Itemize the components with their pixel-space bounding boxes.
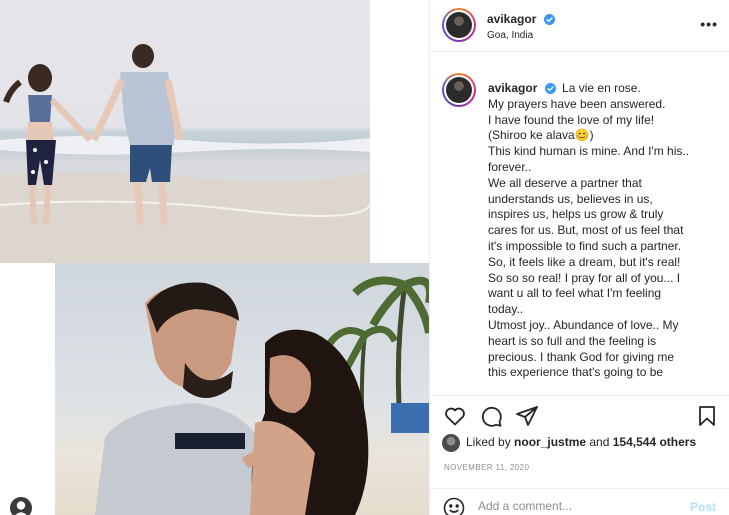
caption-lines: La vie en rose. My prayers have been answ…: [488, 81, 720, 381]
post-date[interactable]: NOVEMBER 11, 2020: [444, 463, 529, 472]
comment-bar: Post: [430, 488, 729, 515]
caption-line: cares for us. But, most of us feel that: [488, 223, 684, 238]
beach-walk-photo: [0, 0, 370, 263]
caption-line: I have found the love of my life!: [488, 112, 655, 127]
caption-avatar[interactable]: [442, 73, 476, 107]
caption-text: avikagor La vie en rose. My prayers have …: [488, 81, 720, 381]
action-bar: [430, 395, 729, 435]
caption-line: precious. I thank God for giving me: [488, 349, 675, 364]
caption-line: La vie en rose.: [562, 81, 641, 95]
likes-prefix: Liked by: [466, 435, 515, 450]
header-username-text[interactable]: avikagor: [487, 12, 536, 26]
more-options-ellipsis-icon[interactable]: •••: [700, 16, 718, 32]
caption-line: Utmost joy.. Abundance of love.. My: [488, 317, 679, 332]
profile-avatar-corner[interactable]: [8, 495, 34, 515]
caption-line: heart is so full and the feeling is: [488, 333, 657, 348]
caption-area: avikagor La vie en rose. My prayers have …: [430, 53, 729, 394]
header-avatar[interactable]: [442, 8, 476, 42]
liker-avatar[interactable]: [442, 434, 460, 452]
caption-username[interactable]: avikagor: [488, 81, 537, 95]
caption-line: This kind human is mine. And I'm his..: [488, 144, 690, 159]
caption-line: So so so real! I pray for all of you... …: [488, 270, 681, 285]
heart-icon: [445, 407, 465, 426]
paper-plane-icon: [516, 406, 538, 426]
couple-portrait-photo: [55, 263, 429, 515]
caption-line: understands us, believes in us,: [488, 191, 653, 206]
likes-summary: Liked by noor_justme and 154,544 others: [442, 434, 696, 454]
caption-line: We all deserve a partner that: [488, 175, 642, 190]
post-comment-button[interactable]: Post: [690, 500, 716, 514]
caption-line: So, it feels like a dream, but it's real…: [488, 254, 681, 269]
verified-badge-icon: [543, 14, 555, 26]
comment-bubble-icon: [481, 406, 502, 427]
caption-verified-badge-icon: [544, 83, 556, 95]
save-button[interactable]: [695, 404, 719, 428]
emoji-button[interactable]: [443, 497, 465, 515]
couple-portrait-illustration: [95, 276, 429, 515]
caption-line: today..: [488, 302, 524, 317]
user-silhouette-icon: [15, 501, 27, 515]
header-username[interactable]: avikagor: [487, 12, 555, 26]
header-location[interactable]: Goa, India: [487, 30, 533, 41]
smiley-icon: [443, 497, 465, 515]
caption-line: it's impossible to find such a partner.: [488, 238, 682, 253]
caption-line: want u all to feel what I'm feeling: [488, 286, 662, 301]
beach-walk-illustration: [0, 44, 370, 263]
caption-line: forever..: [488, 159, 532, 174]
share-button[interactable]: [515, 404, 539, 428]
caption-line: this experience that's going to be: [488, 365, 664, 380]
bookmark-icon: [699, 406, 715, 426]
caption-line: inspires us, helps us grow & truly: [488, 207, 664, 222]
like-button[interactable]: [443, 404, 467, 428]
caption-line: (Shiroo ke alava😊): [488, 128, 594, 143]
comment-input[interactable]: [478, 499, 668, 513]
post-header: avikagor Goa, India •••: [430, 0, 729, 52]
post-detail-panel: avikagor Goa, India ••• avikagor La vie …: [429, 0, 729, 515]
comment-button[interactable]: [479, 404, 503, 428]
liker-username[interactable]: noor_justme: [514, 435, 586, 449]
caption-line: My prayers have been answered.: [488, 96, 666, 111]
likes-count[interactable]: 154,544 others: [613, 435, 696, 449]
likes-middle: and: [586, 435, 613, 450]
